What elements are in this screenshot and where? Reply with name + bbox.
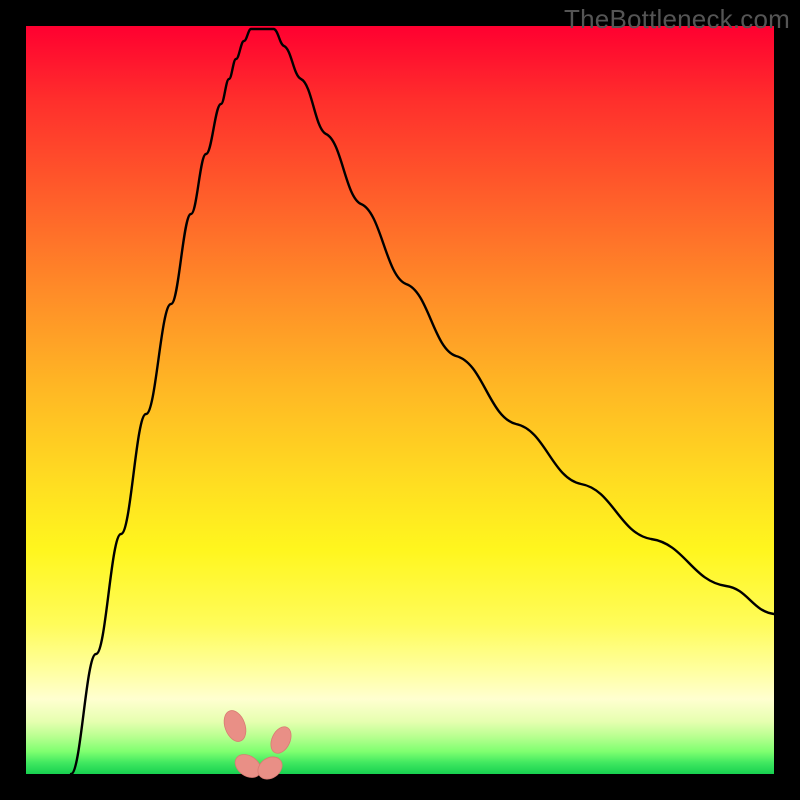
markers-group: [220, 708, 295, 784]
curve-svg: [26, 26, 774, 774]
bottleneck-curve: [71, 29, 774, 774]
valley-marker-3: [267, 724, 295, 757]
valley-marker-2: [254, 752, 287, 783]
valley-marker-0: [220, 708, 250, 745]
watermark-text: TheBottleneck.com: [564, 4, 790, 35]
chart-plot-area: [26, 26, 774, 774]
